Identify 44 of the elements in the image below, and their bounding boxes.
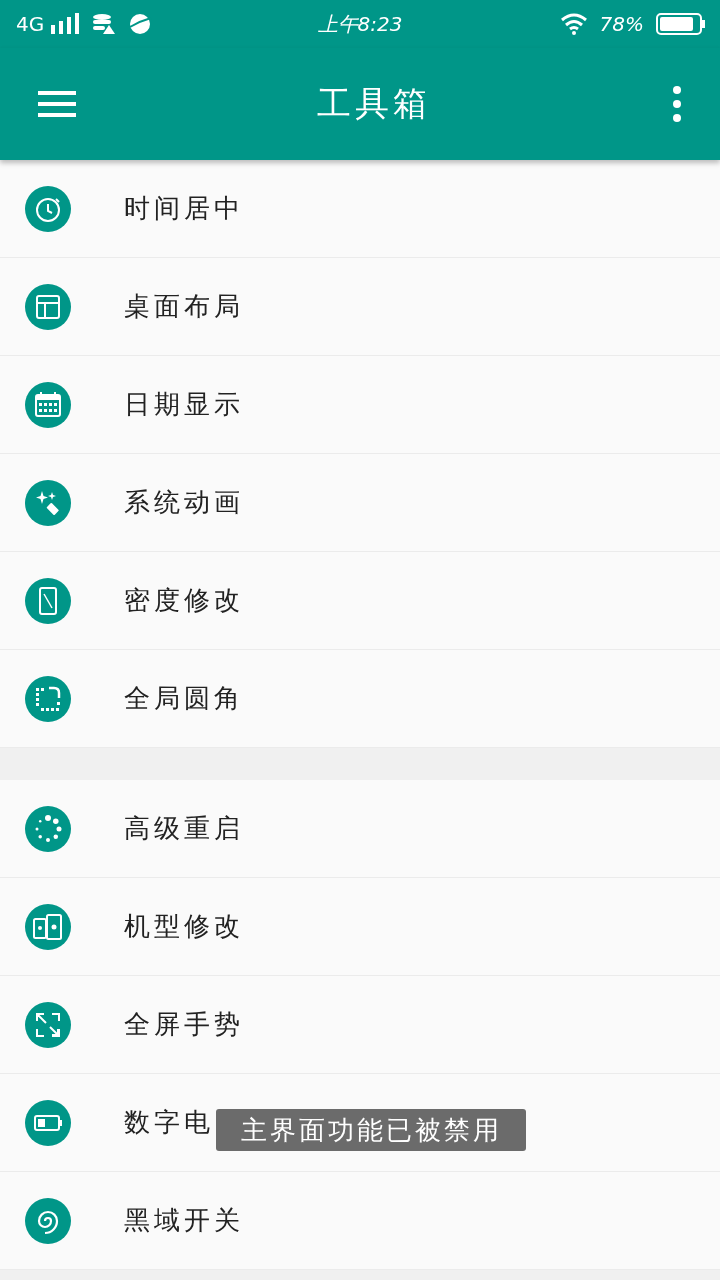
tool-label: 密度修改 bbox=[124, 584, 244, 617]
tool-label: 机型修改 bbox=[124, 910, 244, 943]
battery-icon bbox=[25, 1099, 71, 1146]
tool-label: 全局圆角 bbox=[124, 682, 244, 715]
tool-label: 桌面布局 bbox=[124, 290, 244, 323]
more-options-icon[interactable] bbox=[672, 86, 682, 122]
network-type: 4G bbox=[16, 12, 45, 36]
database-warning-icon bbox=[92, 13, 117, 35]
swirl-icon bbox=[25, 1197, 71, 1244]
tool-list-item[interactable]: 高级重启 bbox=[0, 780, 720, 878]
battery-percent: 78% bbox=[599, 12, 644, 36]
phone-icon bbox=[25, 577, 71, 624]
tool-list-item[interactable]: 全局圆角 bbox=[0, 650, 720, 748]
planet-icon bbox=[128, 12, 153, 36]
two-phones-icon bbox=[25, 903, 71, 950]
tool-label: 高级重启 bbox=[124, 812, 244, 845]
tool-list-item[interactable]: 日期显示 bbox=[0, 356, 720, 454]
calendar-icon bbox=[25, 381, 71, 428]
tool-label: 全屏手势 bbox=[124, 1008, 244, 1041]
stopwatch-icon bbox=[25, 185, 71, 232]
tool-label: 时间居中 bbox=[124, 192, 244, 225]
tool-list-item[interactable]: 机型修改 bbox=[0, 878, 720, 976]
signal-icon bbox=[50, 13, 81, 35]
tool-label: 黑域开关 bbox=[124, 1204, 244, 1237]
page-title: 工具箱 bbox=[317, 82, 431, 125]
tool-label: 数字电 bbox=[124, 1106, 214, 1139]
menu-icon[interactable] bbox=[38, 89, 76, 119]
tool-list-item[interactable]: 时间居中 bbox=[0, 160, 720, 258]
toast-message: 主界面功能已被禁用 bbox=[216, 1109, 526, 1151]
tool-list-item[interactable]: 系统动画 bbox=[0, 454, 720, 552]
wifi-icon bbox=[559, 13, 588, 35]
battery-icon bbox=[656, 13, 706, 35]
sparkle-wand-icon bbox=[25, 479, 71, 526]
tool-label: 系统动画 bbox=[124, 486, 244, 519]
tool-list-item[interactable]: 黑域开关 bbox=[0, 1172, 720, 1270]
loading-dots-icon bbox=[25, 805, 71, 852]
tool-list-item[interactable]: 桌面布局 bbox=[0, 258, 720, 356]
expand-icon bbox=[25, 1001, 71, 1048]
tool-list-item[interactable]: 全屏手势 bbox=[0, 976, 720, 1074]
tool-label: 日期显示 bbox=[124, 388, 244, 421]
layout-icon bbox=[25, 283, 71, 330]
clock-time: 上午8:23 bbox=[317, 10, 403, 38]
rounded-corner-icon bbox=[25, 675, 71, 722]
tool-list-item[interactable]: 密度修改 bbox=[0, 552, 720, 650]
